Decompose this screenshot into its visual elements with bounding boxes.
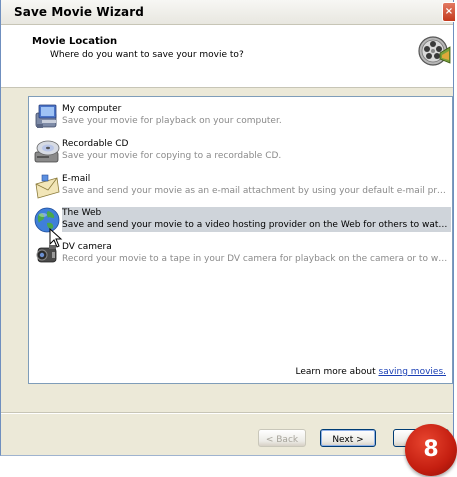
item-title: DV camera <box>62 242 112 252</box>
close-icon[interactable]: × <box>442 2 455 22</box>
item-title: Recordable CD <box>62 139 129 149</box>
list-item-dv-camera[interactable]: DV camera Record your movie to a tape in… <box>31 239 451 269</box>
wizard-header: Movie Location Where do you want to save… <box>1 25 453 88</box>
item-title: My computer <box>62 104 122 114</box>
next-button[interactable]: Next > <box>320 429 376 447</box>
list-item-email[interactable]: E-mail Save and send your movie as an e-… <box>31 171 451 201</box>
destination-list: My computer Save your movie for playback… <box>28 96 453 384</box>
saving-movies-link[interactable]: saving movies. <box>379 367 447 377</box>
list-item-the-web[interactable]: The Web Save and send your movie to a vi… <box>31 205 451 235</box>
cd-drive-icon <box>34 140 60 163</box>
envelope-icon <box>35 174 60 199</box>
film-reel-icon <box>418 36 451 66</box>
computer-icon <box>35 104 57 128</box>
window-title: Save Movie Wizard <box>14 5 144 19</box>
item-title: E-mail <box>62 174 91 184</box>
title-bar: Save Movie Wizard × <box>1 0 455 25</box>
item-description: Save and send your movie as an e-mail at… <box>62 186 451 196</box>
page-subtitle: Where do you want to save your movie to? <box>50 50 244 60</box>
save-movie-wizard-window: Save Movie Wizard × Movie Location Where… <box>0 0 455 456</box>
item-title: The Web <box>62 208 102 218</box>
footer-divider <box>1 412 453 414</box>
step-badge: 8 <box>405 424 457 476</box>
item-description: Save and send your movie to a video host… <box>62 220 451 230</box>
learn-more-prefix: Learn more about <box>295 367 376 377</box>
mouse-cursor-icon <box>49 228 63 248</box>
item-description: Save your movie for copying to a recorda… <box>62 151 282 161</box>
page-title: Movie Location <box>32 36 118 47</box>
list-item-my-computer[interactable]: My computer Save your movie for playback… <box>31 101 451 131</box>
item-description: Save your movie for playback on your com… <box>62 116 282 126</box>
item-description: Record your movie to a tape in your DV c… <box>62 254 451 264</box>
list-item-recordable-cd[interactable]: Recordable CD Save your movie for copyin… <box>31 136 451 166</box>
learn-more-text: Learn more about saving movies. <box>295 367 446 377</box>
step-number: 8 <box>423 437 439 462</box>
back-button[interactable]: < Back <box>258 429 306 447</box>
